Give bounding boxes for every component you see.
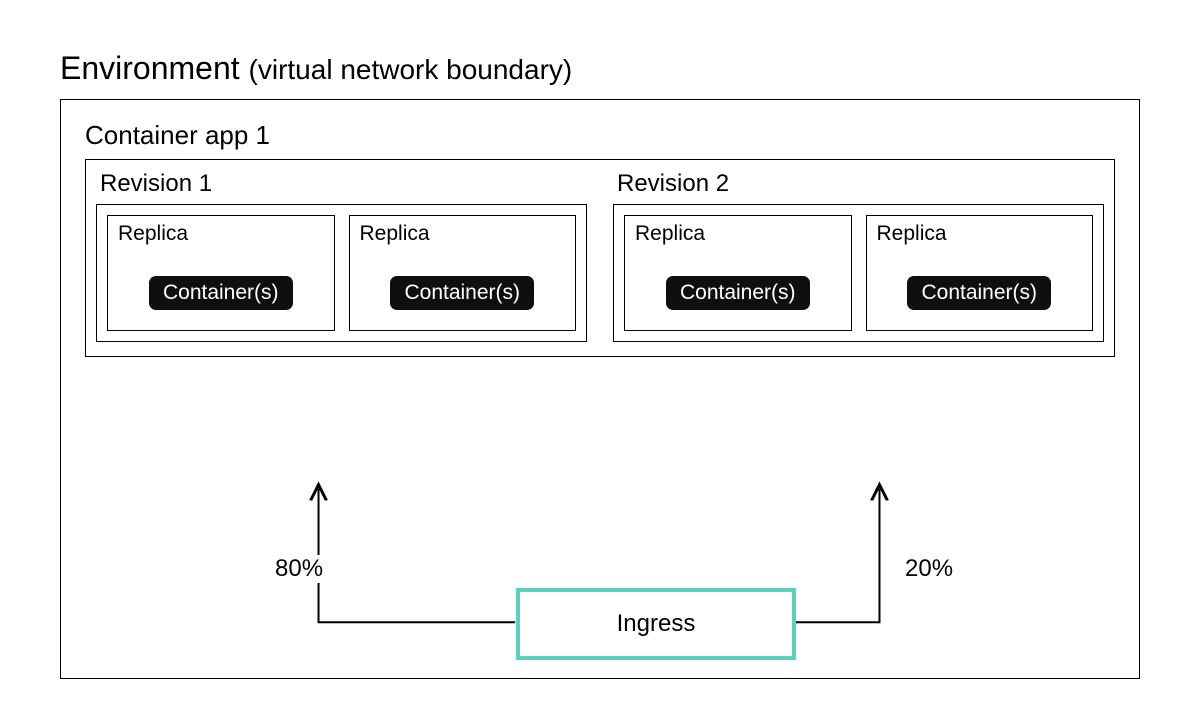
container-tag-wrap: Container(s) (360, 276, 566, 310)
revision-1-label: Revision 1 (100, 170, 587, 198)
revision-2-box: Replica Container(s) Replica Container(s… (613, 204, 1104, 342)
title-main: Environment (60, 50, 240, 86)
container-tag: Container(s) (907, 276, 1051, 310)
replica-label: Replica (877, 222, 1083, 246)
revisions-row: Revision 1 Replica Container(s) Replica … (96, 168, 1104, 342)
container-tag: Container(s) (149, 276, 293, 310)
title-sub: (virtual network boundary) (249, 54, 573, 85)
replica-box: Replica Container(s) (107, 215, 335, 331)
revision-1-box: Replica Container(s) Replica Container(s… (96, 204, 587, 342)
container-tag-wrap: Container(s) (877, 276, 1083, 310)
container-app-box: Revision 1 Replica Container(s) Replica … (85, 159, 1115, 357)
container-tag: Container(s) (390, 276, 534, 310)
replica-box: Replica Container(s) (349, 215, 577, 331)
traffic-split-right: 20% (901, 555, 957, 583)
replica-box: Replica Container(s) (624, 215, 852, 331)
container-tag-wrap: Container(s) (118, 276, 324, 310)
environment-box: Container app 1 Revision 1 Replica Conta… (60, 99, 1140, 679)
container-tag: Container(s) (666, 276, 810, 310)
revision-2-label: Revision 2 (617, 170, 1104, 198)
replica-label: Replica (635, 222, 841, 246)
diagram-title: Environment (virtual network boundary) (60, 50, 1140, 87)
container-tag-wrap: Container(s) (635, 276, 841, 310)
revision-2: Revision 2 Replica Container(s) Replica … (613, 168, 1104, 342)
replica-label: Replica (118, 222, 324, 246)
replica-label: Replica (360, 222, 566, 246)
revision-1: Revision 1 Replica Container(s) Replica … (96, 168, 587, 342)
container-app-label: Container app 1 (85, 120, 1115, 151)
ingress-box: Ingress (516, 588, 796, 660)
replica-box: Replica Container(s) (866, 215, 1094, 331)
traffic-split-left: 80% (271, 555, 327, 583)
ingress-label: Ingress (617, 610, 696, 638)
